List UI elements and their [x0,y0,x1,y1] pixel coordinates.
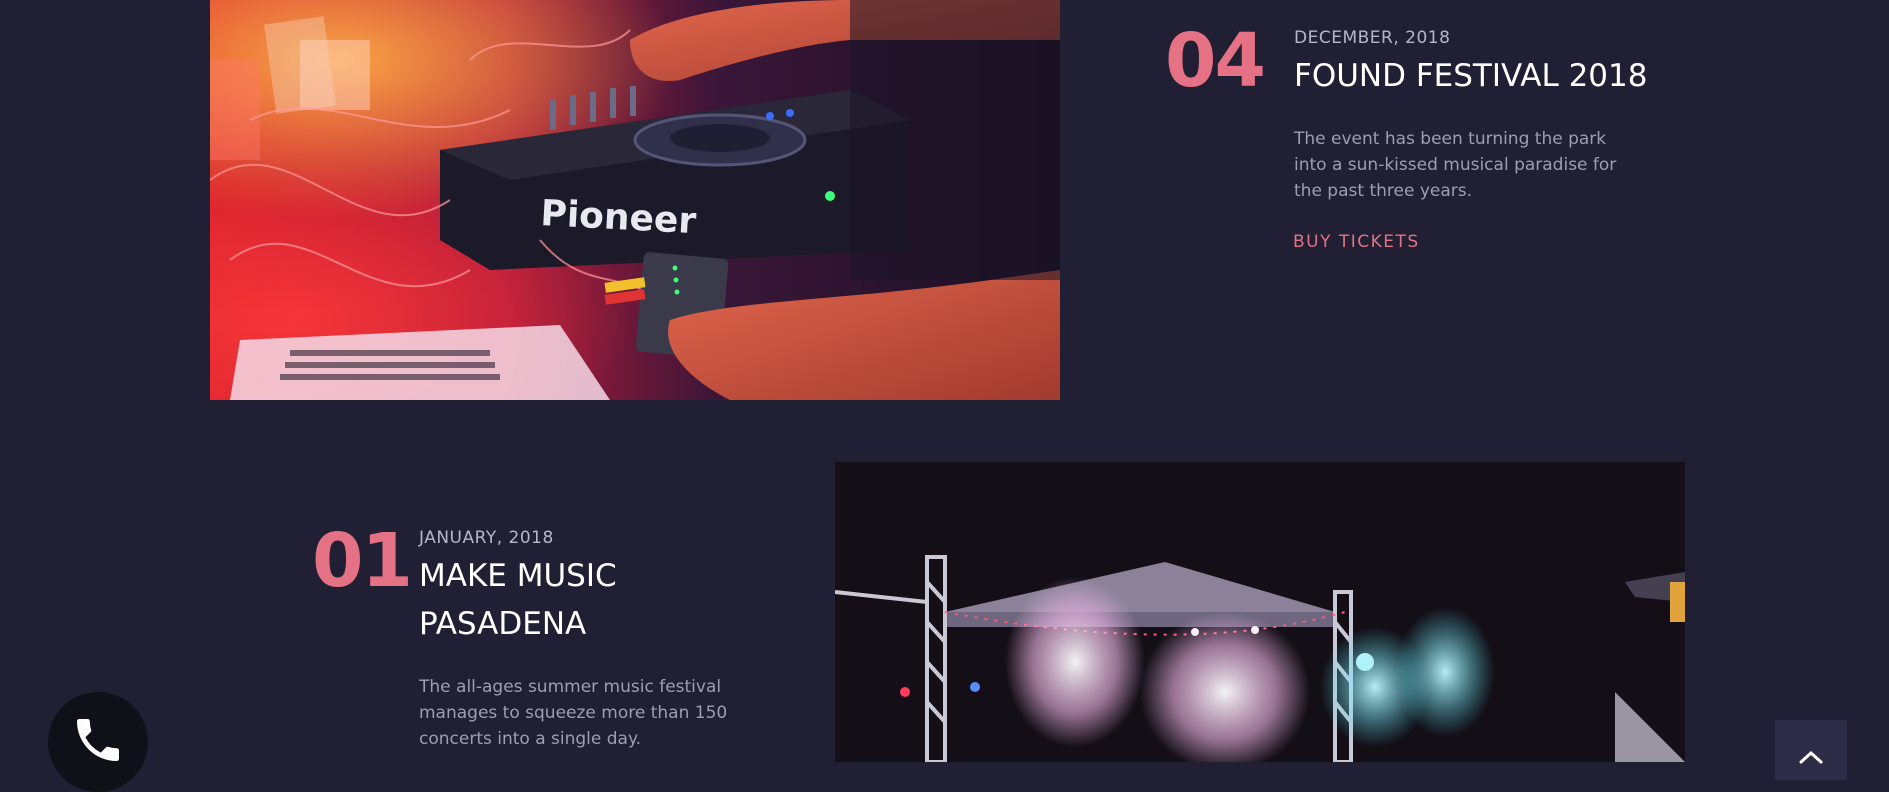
pioneer-brand-text: Pioneer [540,193,698,242]
event-date: JANUARY, 2018 [419,528,554,548]
phone-icon [77,719,119,761]
event-number: 01 [312,518,413,604]
event-01-photo [835,462,1685,762]
call-button[interactable] [48,692,148,792]
event-title: FOUND FESTIVAL 2018 [1294,58,1648,94]
event-date: DECEMBER, 2018 [1294,28,1451,48]
buy-tickets-link[interactable]: BUY TICKETS [1293,232,1420,252]
scroll-to-top-button[interactable] [1775,720,1847,780]
event-number: 04 [1165,18,1266,104]
event-title: MAKE MUSIC PASADENA [419,558,617,642]
event-04-photo: Pioneer [210,0,1060,400]
event-description: The all-ages summer music festival manag… [419,677,728,749]
event-description: The event has been turning the park into… [1294,129,1617,201]
